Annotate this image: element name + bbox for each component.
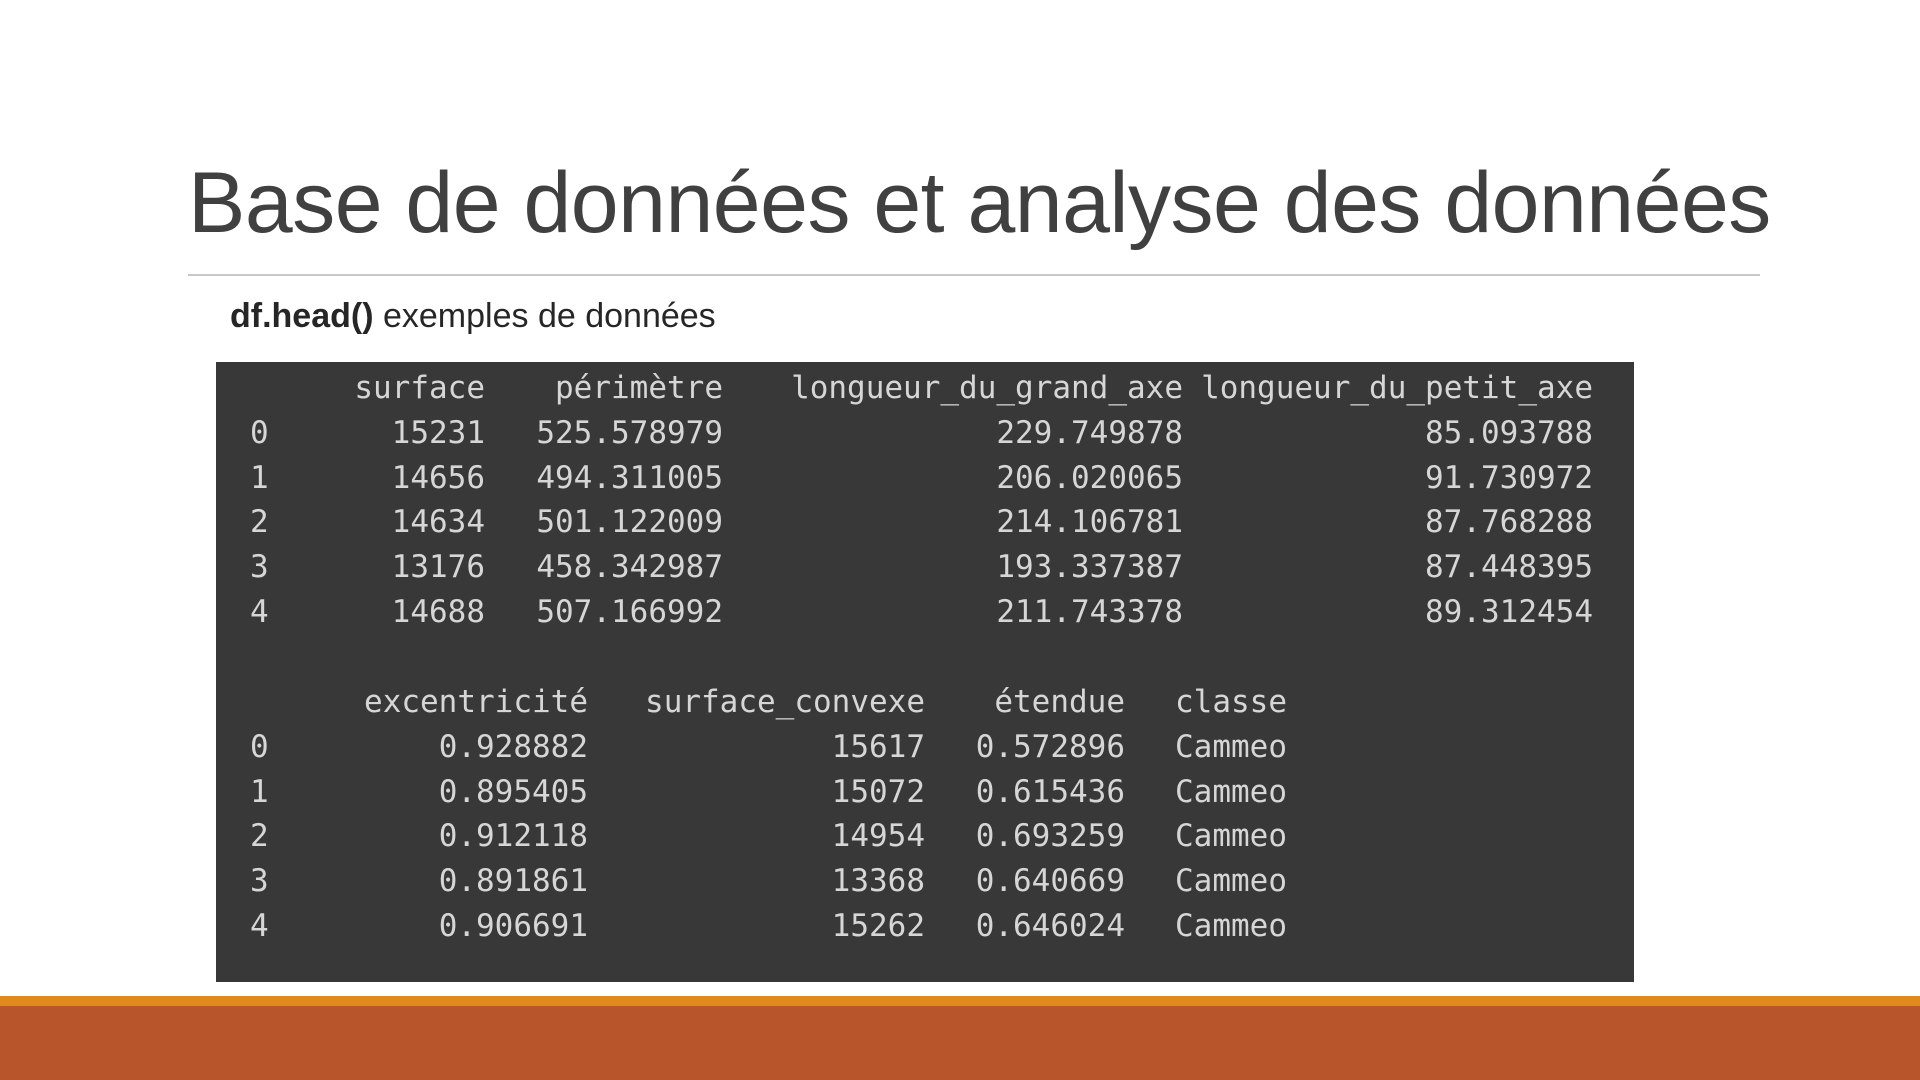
table-cell: 0.572896 bbox=[975, 728, 1125, 765]
index-header bbox=[250, 680, 295, 725]
footer-accent-stripe bbox=[0, 996, 1920, 1006]
table-cell: 501.122009 bbox=[536, 504, 723, 541]
table-cell: 14688 bbox=[391, 593, 485, 630]
column-header-perimetre: périmètre bbox=[555, 370, 723, 406]
table-cell: 0.912118 bbox=[438, 818, 588, 855]
column-header-etendue: étendue bbox=[994, 684, 1125, 720]
table-cell: Cammeo bbox=[1175, 907, 1287, 944]
table-row: 1 0.895405 15072 0.615436 Cammeo bbox=[250, 770, 1287, 815]
table-row: 4 14688 507.166992 211.743378 89.312454 bbox=[250, 590, 1593, 635]
table-cell: 0.891861 bbox=[438, 863, 588, 900]
row-index: 0 bbox=[250, 728, 269, 765]
table-cell: 494.311005 bbox=[536, 459, 723, 496]
table-cell: 0.693259 bbox=[975, 818, 1125, 855]
table-row: 1 14656 494.311005 206.020065 91.730972 bbox=[250, 456, 1593, 501]
table-cell: 0.646024 bbox=[975, 907, 1125, 944]
row-index: 1 bbox=[250, 773, 269, 810]
column-header-classe: classe bbox=[1175, 684, 1287, 720]
table-header-row: excentricité surface_convexe étendue cla… bbox=[250, 680, 1287, 725]
slide: Base de données et analyse des données d… bbox=[0, 0, 1920, 1080]
table-header-row: surface périmètre longueur_du_grand_axe … bbox=[250, 366, 1593, 411]
table-cell: 14634 bbox=[391, 504, 485, 541]
subtitle-code: df.head() bbox=[230, 297, 374, 335]
row-index: 2 bbox=[250, 504, 269, 541]
row-index: 4 bbox=[250, 907, 269, 944]
table-cell: 13176 bbox=[391, 549, 485, 586]
table-cell: Cammeo bbox=[1175, 728, 1287, 765]
table-cell: 193.337387 bbox=[996, 549, 1183, 586]
index-header bbox=[250, 366, 295, 411]
table-cell: 458.342987 bbox=[536, 549, 723, 586]
table-cell: 15262 bbox=[831, 907, 925, 944]
table-cell: 85.093788 bbox=[1425, 414, 1593, 451]
table-cell: 91.730972 bbox=[1425, 459, 1593, 496]
table-cell: 214.106781 bbox=[996, 504, 1183, 541]
table-cell: 0.615436 bbox=[975, 773, 1125, 810]
table-cell: 87.448395 bbox=[1425, 549, 1593, 586]
table-cell: Cammeo bbox=[1175, 773, 1287, 810]
table-cell: 229.749878 bbox=[996, 414, 1183, 451]
footer-bar bbox=[0, 1006, 1920, 1080]
table-cell: 15072 bbox=[831, 773, 925, 810]
row-index: 3 bbox=[250, 863, 269, 900]
table-cell: 206.020065 bbox=[996, 459, 1183, 496]
column-header-excentricite: excentricité bbox=[364, 684, 588, 720]
table-cell: 13368 bbox=[831, 863, 925, 900]
table-row: 2 14634 501.122009 214.106781 87.768288 bbox=[250, 500, 1593, 545]
row-index: 3 bbox=[250, 549, 269, 586]
row-index: 4 bbox=[250, 593, 269, 630]
column-header-surface: surface bbox=[354, 370, 485, 406]
row-index: 0 bbox=[250, 414, 269, 451]
table-row: 3 13176 458.342987 193.337387 87.448395 bbox=[250, 545, 1593, 590]
table-row: 0 0.928882 15617 0.572896 Cammeo bbox=[250, 725, 1287, 770]
dataframe-table-part2: excentricité surface_convexe étendue cla… bbox=[250, 680, 1287, 949]
title-divider bbox=[188, 274, 1760, 276]
subtitle-text: exemples de données bbox=[373, 297, 716, 335]
column-header-surface-convexe: surface_convexe bbox=[645, 684, 925, 720]
column-header-longueur-grand-axe: longueur_du_grand_axe bbox=[791, 370, 1183, 406]
table-cell: 89.312454 bbox=[1425, 593, 1593, 630]
table-cell: 0.928882 bbox=[438, 728, 588, 765]
table-row: 3 0.891861 13368 0.640669 Cammeo bbox=[250, 859, 1287, 904]
slide-title: Base de données et analyse des données bbox=[188, 155, 1771, 251]
table-cell: 15231 bbox=[391, 414, 485, 451]
row-index: 2 bbox=[250, 818, 269, 855]
row-index: 1 bbox=[250, 459, 269, 496]
table-cell: 14656 bbox=[391, 459, 485, 496]
table-row: 4 0.906691 15262 0.646024 Cammeo bbox=[250, 904, 1287, 949]
dataframe-output-panel: surface périmètre longueur_du_grand_axe … bbox=[216, 362, 1634, 982]
table-cell: Cammeo bbox=[1175, 863, 1287, 900]
table-cell: 14954 bbox=[831, 818, 925, 855]
dataframe-table-part1: surface périmètre longueur_du_grand_axe … bbox=[250, 366, 1593, 635]
table-cell: 211.743378 bbox=[996, 593, 1183, 630]
table-cell: 0.895405 bbox=[438, 773, 588, 810]
table-cell: 15617 bbox=[831, 728, 925, 765]
slide-subtitle: df.head() exemples de données bbox=[230, 297, 716, 336]
table-cell: 0.640669 bbox=[975, 863, 1125, 900]
column-header-longueur-petit-axe: longueur_du_petit_axe bbox=[1201, 370, 1593, 406]
table-cell: 507.166992 bbox=[536, 593, 723, 630]
table-cell: 87.768288 bbox=[1425, 504, 1593, 541]
table-row: 0 15231 525.578979 229.749878 85.093788 bbox=[250, 411, 1593, 456]
table-row: 2 0.912118 14954 0.693259 Cammeo bbox=[250, 814, 1287, 859]
table-cell: Cammeo bbox=[1175, 818, 1287, 855]
table-cell: 0.906691 bbox=[438, 907, 588, 944]
table-cell: 525.578979 bbox=[536, 414, 723, 451]
